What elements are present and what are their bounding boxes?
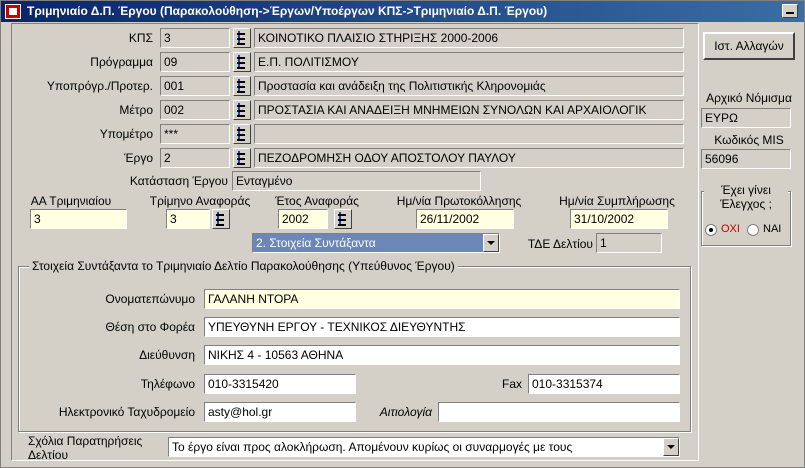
ypoprogramma-label: Υποπρόγρ./Προτερ. bbox=[46, 79, 153, 93]
history-button[interactable]: Ιστ. Αλλαγών bbox=[703, 32, 795, 60]
checked-no-label: ΟΧΙ bbox=[721, 223, 740, 235]
etos-field[interactable]: 2002 bbox=[278, 209, 328, 229]
title-bar: Τριμηνιαίο Δ.Π. Έργου (Παρακολούθηση->Έρ… bbox=[1, 1, 804, 22]
trimino-label: Τρίμηνο Αναφοράς bbox=[149, 194, 251, 208]
ypometro-name-field bbox=[254, 124, 684, 144]
symplirosi-field[interactable]: 31/10/2002 bbox=[570, 209, 668, 229]
comments-field[interactable]: Το έργο είναι προς αλοκλήρωση. Απομένουν… bbox=[168, 437, 680, 457]
aa-label: ΑΑ Τριμηνιαίου bbox=[30, 194, 112, 208]
chevron-down-icon[interactable] bbox=[663, 438, 679, 456]
protokollisi-field[interactable]: 26/11/2002 bbox=[416, 209, 514, 229]
ypoprogramma-name-field: Προστασία και ανάδειξη της Πολιτιστικής … bbox=[254, 76, 684, 96]
ergo-label: Έργο bbox=[124, 151, 153, 165]
section-select-value: 2. Στοιχεία Συντάξαντα bbox=[256, 236, 376, 250]
currency-field: ΕΥΡΩ bbox=[701, 108, 791, 128]
tde-label: ΤΔΕ Δελτίου bbox=[527, 237, 593, 251]
checked-no-radio[interactable] bbox=[705, 224, 717, 236]
ergo-name-field: ΠΕΖΟΔΡΟΜΗΣΗ ΟΔΟΥ ΑΠΟΣΤΟΛΟΥ ΠΑΥΛΟΥ bbox=[254, 148, 684, 168]
main-window: Τριμηνιαίο Δ.Π. Έργου (Παρακολούθηση->Έρ… bbox=[0, 0, 805, 468]
checked-yes-radio[interactable] bbox=[747, 224, 759, 236]
address-label: Διεύθυνση bbox=[139, 348, 195, 362]
programma-code-field[interactable]: 09 bbox=[160, 52, 230, 72]
fax-field[interactable]: 010-3315374 bbox=[528, 374, 680, 394]
checked-title: Έχει γίνει Έλεγχος ; bbox=[704, 183, 788, 211]
section-select[interactable]: 2. Στοιχεία Συντάξαντα bbox=[252, 233, 500, 253]
programma-name-field: Ε.Π. ΠΟΛΙΤΙΣΜΟΥ bbox=[254, 52, 684, 72]
name-field[interactable]: ΓΑΛΑΝΗ ΝΤΟΡΑ bbox=[204, 289, 680, 309]
ergo-code-field[interactable]: 2 bbox=[160, 148, 230, 168]
metro-name-field: ΠΡΟΣΤΑΣΙΑ ΚΑΙ ΑΝΑΔΕΙΞΗ ΜΝΗΜΕΙΩΝ ΣΥΝΟΛΩΝ … bbox=[254, 100, 684, 120]
ypoprogramma-code-field[interactable]: 001 bbox=[160, 76, 230, 96]
name-label: Ονοματεπώνυμο bbox=[105, 292, 195, 306]
reason-label: Αιτιολογία bbox=[379, 405, 432, 419]
ergo-list-button[interactable] bbox=[233, 148, 251, 168]
kps-name-field: ΚΟΙΝΟΤΙΚΟ ΠΛΑΙΣΙΟ ΣΤΗΡΙΞΗΣ 2000-2006 bbox=[254, 28, 684, 48]
ypometro-code-field[interactable]: *** bbox=[160, 124, 230, 144]
phone-label: Τηλέφωνο bbox=[140, 377, 195, 391]
fax-label: Fax bbox=[501, 377, 522, 391]
phone-field[interactable]: 010-3315420 bbox=[204, 374, 356, 394]
checked-yes-label: ΝΑΙ bbox=[763, 223, 782, 235]
symplirosi-label: Ημ/νία Συμπλήρωσης bbox=[559, 194, 675, 208]
tde-field: 1 bbox=[596, 233, 662, 253]
trimino-list-button[interactable] bbox=[212, 209, 230, 229]
comments-label: Σχόλια Παρατηρήσεις Δελτίου bbox=[28, 434, 143, 462]
minimize-button[interactable] bbox=[782, 4, 798, 18]
kps-list-button[interactable] bbox=[233, 28, 251, 48]
ypometro-label: Υπομέτρο bbox=[99, 127, 153, 141]
position-field[interactable]: ΥΠΕΥΘΥΝΗ ΕΡΓΟΥ - ΤΕΧΝΙΚΟΣ ΔΙΕΥΘΥΝΤΗΣ bbox=[204, 317, 680, 337]
kps-code-field[interactable]: 3 bbox=[160, 28, 230, 48]
email-field[interactable]: asty@hol.gr bbox=[204, 402, 356, 422]
metro-label: Μέτρο bbox=[119, 103, 153, 117]
programma-label: Πρόγραμμα bbox=[90, 55, 153, 69]
mis-field: 56096 bbox=[701, 149, 791, 169]
position-label: Θέση στο Φορέα bbox=[105, 320, 195, 334]
etos-list-button[interactable] bbox=[334, 209, 352, 229]
author-group-title: Στοιχεία Συντάξαντα το Τριμηνιαίο Δελτίο… bbox=[29, 259, 458, 273]
katastasi-field: Ενταγμένο bbox=[232, 171, 481, 191]
app-icon bbox=[5, 4, 21, 19]
protokollisi-label: Ημ/νία Πρωτοκόλλησης bbox=[396, 194, 522, 208]
etos-label: Έτος Αναφοράς bbox=[275, 194, 359, 208]
project-panel: ΚΠΣ 3 ΚΟΙΝΟΤΙΚΟ ΠΛΑΙΣΙΟ ΣΤΗΡΙΞΗΣ 2000-20… bbox=[11, 23, 699, 462]
address-field[interactable]: ΝΙΚΗΣ 4 - 10563 ΑΘΗΝΑ bbox=[204, 345, 680, 365]
ypometro-list-button[interactable] bbox=[233, 124, 251, 144]
email-label: Ηλεκτρονικό Ταχυδρομείο bbox=[58, 405, 195, 419]
metro-list-button[interactable] bbox=[233, 100, 251, 120]
window-title: Τριμηνιαίο Δ.Π. Έργου (Παρακολούθηση->Έρ… bbox=[27, 4, 548, 18]
mis-label: Κωδικός MIS bbox=[714, 133, 784, 147]
chevron-down-icon[interactable] bbox=[483, 234, 499, 252]
katastasi-label: Κατάσταση Έργου bbox=[129, 174, 228, 188]
metro-code-field[interactable]: 002 bbox=[160, 100, 230, 120]
currency-label: Αρχικό Νόμισμα bbox=[706, 91, 792, 105]
ypoprogramma-list-button[interactable] bbox=[233, 76, 251, 96]
aa-field[interactable]: 3 bbox=[30, 209, 127, 229]
comments-value: Το έργο είναι προς αλοκλήρωση. Απομένουν… bbox=[172, 440, 573, 454]
kps-label: ΚΠΣ bbox=[128, 31, 153, 45]
trimino-field[interactable]: 3 bbox=[166, 209, 210, 229]
programma-list-button[interactable] bbox=[233, 52, 251, 72]
reason-field[interactable] bbox=[438, 402, 680, 422]
